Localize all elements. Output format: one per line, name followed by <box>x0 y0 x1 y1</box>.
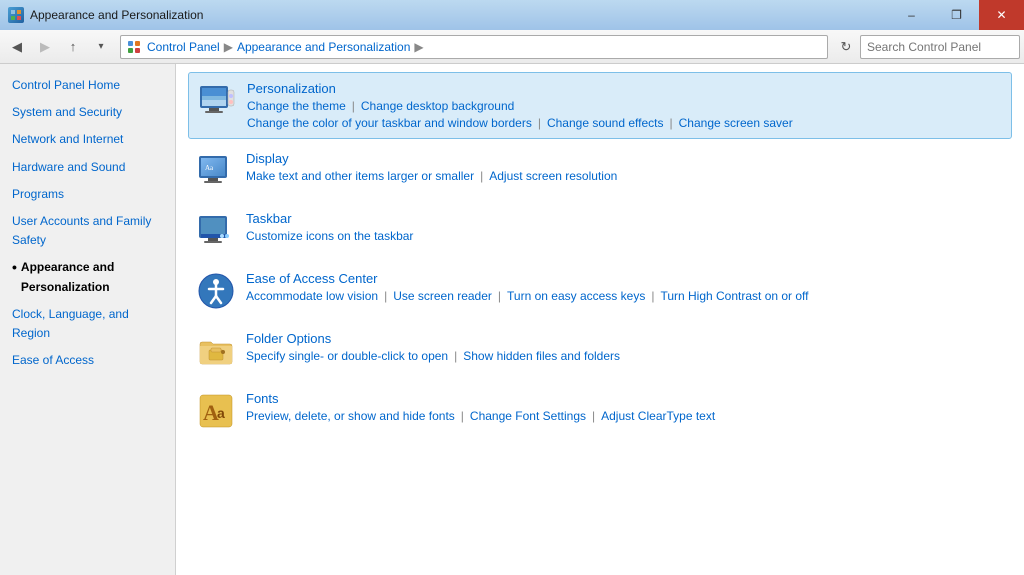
link-screen-reader[interactable]: Use screen reader <box>393 289 492 303</box>
category-folder-options: Folder Options Specify single- or double… <box>188 323 1012 379</box>
sidebar-item-programs[interactable]: Programs <box>0 181 175 208</box>
taskbar-content: Taskbar Customize icons on the taskbar <box>246 211 1004 243</box>
address-bar[interactable]: Control Panel ▶ Appearance and Personali… <box>120 35 828 59</box>
navigation-bar: ◀ ▶ ↑ ▾ Control Panel ▶ Appearance and P… <box>0 30 1024 64</box>
refresh-button[interactable]: ↻ <box>834 35 858 59</box>
taskbar-icon <box>196 211 236 251</box>
category-taskbar: Taskbar Customize icons on the taskbar <box>188 203 1012 259</box>
folder-options-title[interactable]: Folder Options <box>246 331 1004 346</box>
link-change-taskbar-color[interactable]: Change the color of your taskbar and win… <box>247 116 532 130</box>
window-title: Appearance and Personalization <box>30 8 203 22</box>
title-bar-left: Appearance and Personalization <box>8 7 203 23</box>
category-fonts: A a Fonts Preview, delete, or show and h… <box>188 383 1012 439</box>
link-change-sound-effects[interactable]: Change sound effects <box>547 116 664 130</box>
link-click-to-open[interactable]: Specify single- or double-click to open <box>246 349 448 363</box>
link-change-desktop-background[interactable]: Change desktop background <box>361 99 514 113</box>
link-change-theme[interactable]: Change the theme <box>247 99 346 113</box>
title-bar: Appearance and Personalization – ❐ ✕ <box>0 0 1024 30</box>
fonts-svg: A a <box>197 392 235 430</box>
folder-options-links: Specify single- or double-click to open … <box>246 349 1004 363</box>
personalization-links-2: Change the color of your taskbar and win… <box>247 116 1003 130</box>
svg-text:Aa: Aa <box>205 164 214 172</box>
sidebar-item-hardware-sound[interactable]: Hardware and Sound <box>0 154 175 181</box>
search-box[interactable]: 🔍 <box>860 35 1020 59</box>
folder-svg <box>197 332 235 370</box>
restore-button[interactable]: ❐ <box>934 0 979 30</box>
category-display: Aa Display Make text and other items lar… <box>188 143 1012 199</box>
breadcrumb-appearance[interactable]: Appearance and Personalization <box>237 40 410 54</box>
folder-options-content: Folder Options Specify single- or double… <box>246 331 1004 363</box>
breadcrumb-control-panel[interactable]: Control Panel <box>147 40 220 54</box>
sidebar-item-user-accounts[interactable]: User Accounts and Family Safety <box>0 208 175 254</box>
folder-options-icon <box>196 331 236 371</box>
link-show-hidden-files[interactable]: Show hidden files and folders <box>463 349 620 363</box>
display-links: Make text and other items larger or smal… <box>246 169 1004 183</box>
sidebar-item-ease-of-access[interactable]: Ease of Access <box>0 347 175 374</box>
svg-text:a: a <box>217 405 225 421</box>
recent-locations-button[interactable]: ▾ <box>88 34 114 60</box>
ease-of-access-links: Accommodate low vision | Use screen read… <box>246 289 1004 303</box>
minimize-button[interactable]: – <box>889 0 934 30</box>
window-controls: – ❐ ✕ <box>889 0 1024 30</box>
sidebar: Control Panel Home System and Security N… <box>0 64 176 575</box>
search-input[interactable] <box>861 40 1024 54</box>
display-content: Display Make text and other items larger… <box>246 151 1004 183</box>
personalization-content: Personalization Change the theme | Chang… <box>247 81 1003 130</box>
category-personalization: Personalization Change the theme | Chang… <box>188 72 1012 139</box>
main-layout: Control Panel Home System and Security N… <box>0 64 1024 575</box>
breadcrumb-icon <box>127 40 141 54</box>
link-larger-text[interactable]: Make text and other items larger or smal… <box>246 169 474 183</box>
ease-of-access-icon <box>196 271 236 311</box>
category-ease-of-access: Ease of Access Center Accommodate low vi… <box>188 263 1012 319</box>
sidebar-item-network-internet[interactable]: Network and Internet <box>0 126 175 153</box>
app-icon <box>8 7 24 23</box>
link-cleartype[interactable]: Adjust ClearType text <box>601 409 715 423</box>
breadcrumb: Control Panel ▶ Appearance and Personali… <box>127 40 426 54</box>
display-svg: Aa <box>197 152 235 190</box>
fonts-title[interactable]: Fonts <box>246 391 1004 406</box>
link-high-contrast[interactable]: Turn High Contrast on or off <box>660 289 808 303</box>
sidebar-item-clock-language[interactable]: Clock, Language, and Region <box>0 301 175 347</box>
personalization-links: Change the theme | Change desktop backgr… <box>247 99 1003 113</box>
link-screen-resolution[interactable]: Adjust screen resolution <box>489 169 617 183</box>
link-change-font-settings[interactable]: Change Font Settings <box>470 409 586 423</box>
up-button[interactable]: ↑ <box>60 34 86 60</box>
taskbar-title[interactable]: Taskbar <box>246 211 1004 226</box>
ease-of-access-content: Ease of Access Center Accommodate low vi… <box>246 271 1004 303</box>
taskbar-svg <box>197 212 235 250</box>
fonts-content: Fonts Preview, delete, or show and hide … <box>246 391 1004 423</box>
sidebar-item-control-panel-home[interactable]: Control Panel Home <box>0 72 175 99</box>
personalization-icon <box>197 81 237 121</box>
link-preview-fonts[interactable]: Preview, delete, or show and hide fonts <box>246 409 455 423</box>
display-icon: Aa <box>196 151 236 191</box>
taskbar-links: Customize icons on the taskbar <box>246 229 1004 243</box>
link-change-screen-saver[interactable]: Change screen saver <box>679 116 793 130</box>
close-button[interactable]: ✕ <box>979 0 1024 30</box>
forward-button[interactable]: ▶ <box>32 34 58 60</box>
back-button[interactable]: ◀ <box>4 34 30 60</box>
personalization-title[interactable]: Personalization <box>247 81 1003 96</box>
link-accommodate-low-vision[interactable]: Accommodate low vision <box>246 289 378 303</box>
ease-of-access-title[interactable]: Ease of Access Center <box>246 271 1004 286</box>
ease-svg <box>197 272 235 310</box>
content-area: Personalization Change the theme | Chang… <box>176 64 1024 575</box>
fonts-links: Preview, delete, or show and hide fonts … <box>246 409 1004 423</box>
display-title[interactable]: Display <box>246 151 1004 166</box>
link-easy-access-keys[interactable]: Turn on easy access keys <box>507 289 645 303</box>
link-customize-icons[interactable]: Customize icons on the taskbar <box>246 229 413 243</box>
fonts-icon: A a <box>196 391 236 431</box>
sidebar-item-system-security[interactable]: System and Security <box>0 99 175 126</box>
personalization-svg <box>198 82 236 120</box>
sidebar-item-appearance: Appearance and Personalization <box>0 254 175 300</box>
